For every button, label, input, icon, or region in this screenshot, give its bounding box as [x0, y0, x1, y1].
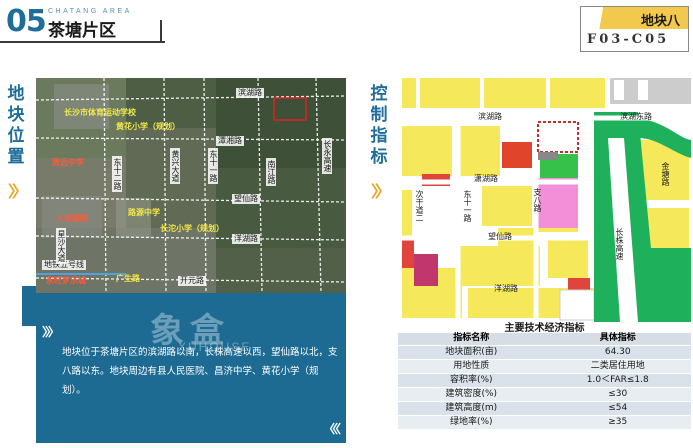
plot-code: F03-C05	[587, 32, 670, 47]
table-header-row: 指标名称 具体指标	[398, 333, 691, 346]
table-header-value: 具体指标	[544, 333, 691, 346]
control-label-wangxian: 望仙路	[488, 232, 512, 241]
map-label-changyong: 长永高速	[322, 138, 332, 174]
control-label-binhu-east: 滨湖东路	[620, 112, 652, 121]
control-label-ciganyi: 次干道二	[415, 190, 424, 222]
map-label-guangsheng: 广生路	[116, 274, 140, 283]
control-map: 滨湖路 滨湖东路 潇湖路 东十一路 支八路 次干道二 望仙路 洋湖路 金塘路 长…	[398, 78, 691, 322]
table-row: 地块面积(亩) 64.30	[398, 345, 691, 360]
section-title: 茶塘片区	[48, 21, 116, 41]
table-cell: 绿地率(%)	[398, 415, 545, 430]
table-cell: 64.30	[544, 345, 691, 360]
table-cell: 容积率(%)	[398, 373, 545, 388]
table-header-name: 指标名称	[398, 333, 545, 346]
table-cell: ≤54	[544, 401, 691, 416]
map-label-yanghu-road: 洋湖路	[232, 234, 260, 244]
map-label-huanghua-school: 黄花小学（规划）	[116, 122, 180, 131]
table-cell: 用地性质	[398, 359, 545, 374]
location-map: 长沙市体育运动学校 黄花小学（规划） 滨湖路 潭湘路 长永高速 东十二路 黄兴大…	[36, 78, 346, 293]
map-label-hospital: 人民医院	[56, 214, 88, 223]
header-divider-vertical	[160, 20, 162, 43]
plot-title: 地块八	[640, 14, 680, 29]
control-label-changzhu: 长株高速	[615, 228, 624, 260]
chevron-left-icon: 〈〈〈	[322, 422, 341, 436]
map-label-chenbei: 星沙大道	[56, 228, 66, 264]
table-cell: ≤30	[544, 387, 691, 402]
map-label-dongshierlu: 东十二路	[112, 156, 122, 192]
map-label-binhu-road: 滨湖路	[236, 88, 264, 98]
watermark-logo-en: XUHOUSE	[178, 340, 252, 354]
map-label-taoxiang-road: 潭湘路	[216, 136, 244, 146]
section-number: 05	[6, 4, 47, 39]
table-row: 建筑高度(m) ≤54	[398, 401, 691, 416]
control-label-binhu: 滨湖路	[478, 112, 502, 121]
table-cell: 1.0＜FAR≤1.8	[544, 373, 691, 388]
control-label-jintang: 金塘路	[661, 162, 670, 186]
table-cell: 二类居住用地	[544, 359, 691, 374]
plot-id-box: 地块八 F03-C05	[580, 6, 689, 52]
table-cell: 建筑密度(%)	[398, 387, 545, 402]
table-row: 绿地率(%) ≥35	[398, 415, 691, 430]
table-cell: ≥35	[544, 415, 691, 430]
control-label-zhiba: 支八路	[533, 188, 542, 212]
table-row: 容积率(%) 1.0＜FAR≤1.8	[398, 373, 691, 388]
table-row: 用地性质 二类居住用地	[398, 359, 691, 374]
map-label-yongwang: 永旺梦乐城	[46, 276, 86, 285]
map-label-dongshiyi: 东十一路	[208, 148, 218, 184]
table-cell: 地块面积(亩)	[398, 345, 545, 360]
description-accent	[22, 286, 36, 326]
map-label-kaiyuan-road: 开元路	[178, 276, 206, 286]
map-label-sports-school: 长沙市体育运动学校	[64, 108, 136, 117]
chevron-right-icon: 〉〉〉	[42, 325, 60, 339]
control-label-yanghu: 洋湖路	[494, 284, 518, 293]
table-row: 建筑密度(%) ≤30	[398, 387, 691, 402]
map-label-huangxingjia: 黄兴大道	[170, 148, 180, 184]
control-label-dongshiyi: 东十一路	[463, 190, 472, 222]
location-section-title: 地块位置	[7, 84, 25, 167]
section-english-title: CHATANG AREA	[48, 8, 132, 15]
map-label-wangxian-road: 望仙路	[232, 194, 260, 204]
map-label-changtai-school: 长沱小学（规划）	[160, 224, 224, 233]
map-label-zhixin: 致远中学	[52, 158, 84, 167]
map-label-nanjiang: 南江路	[266, 158, 276, 186]
control-section-title: 控制指标	[370, 84, 388, 167]
indicator-table: 指标名称 具体指标 地块面积(亩) 64.30 用地性质 二类居住用地 容积率(%)…	[398, 333, 691, 430]
map-label-lurong-school: 路源中学	[128, 208, 160, 217]
chevron-right-icon: 〉〉	[371, 182, 391, 201]
table-cell: 建筑高度(m)	[398, 401, 545, 416]
indicator-table-title: 主要技术经济指标	[504, 323, 585, 334]
header-divider	[0, 41, 165, 43]
control-label-xiaohu: 潇湖路	[474, 174, 498, 183]
chevron-right-icon: 〉〉	[8, 182, 28, 201]
